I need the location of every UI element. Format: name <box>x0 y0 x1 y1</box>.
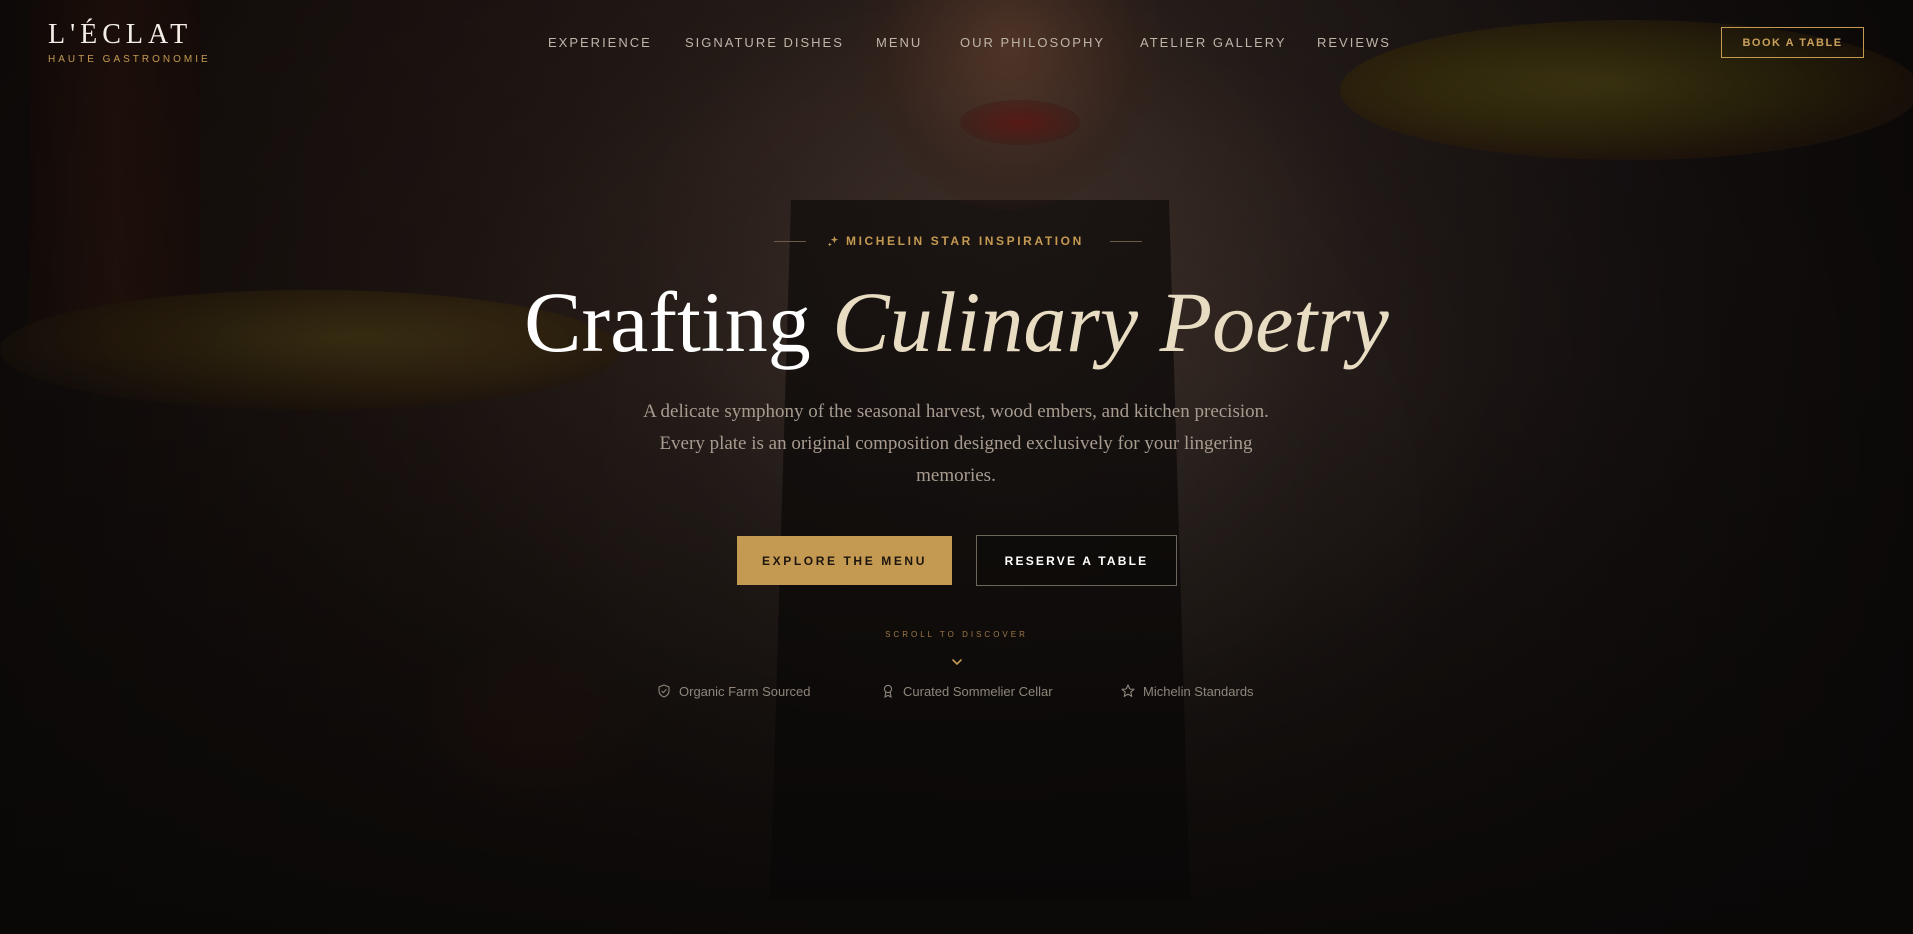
hero-subtitle: A delicate symphony of the seasonal harv… <box>643 401 1269 486</box>
explore-menu-button[interactable]: EXPLORE THE MENU <box>737 536 952 585</box>
nav-item-atelier-gallery[interactable]: ATELIER GALLERY <box>1140 35 1287 50</box>
sparkle-icon <box>827 235 839 247</box>
nav-item-our-philosophy[interactable]: OUR PHILOSOPHY <box>960 35 1105 50</box>
star-icon <box>1121 684 1135 697</box>
site-header: L'ÉCLAT HAUTE GASTRONOMIE EXPERIENCE SIG… <box>0 0 1913 90</box>
feature-list: Organic Farm Sourced Curated Sommelier C… <box>0 682 1913 702</box>
headline-accent: Culinary Poetry <box>832 274 1389 370</box>
logo[interactable]: L'ÉCLAT HAUTE GASTRONOMIE <box>48 18 211 65</box>
logo-tagline: HAUTE GASTRONOMIE <box>48 54 211 65</box>
hero-headline: Crafting Culinary Poetry <box>0 272 1913 372</box>
scroll-hint: SCROLL TO DISCOVER <box>885 630 1028 639</box>
feature-item-organic: Organic Farm Sourced <box>657 682 811 700</box>
eyebrow-divider-left <box>774 241 806 242</box>
feature-label: Michelin Standards <box>1143 683 1254 699</box>
eyebrow-divider-right <box>1110 241 1142 242</box>
feature-label: Organic Farm Sourced <box>679 683 811 699</box>
feature-item-michelin: Michelin Standards <box>1121 682 1254 700</box>
feature-label: Curated Sommelier Cellar <box>903 683 1053 699</box>
nav-item-signature-dishes[interactable]: SIGNATURE DISHES <box>685 35 844 50</box>
shield-check-icon <box>658 684 670 698</box>
nav-item-reviews[interactable]: REVIEWS <box>1317 35 1391 50</box>
eyebrow-text: MICHELIN STAR INSPIRATION <box>846 234 1084 248</box>
nav-item-experience[interactable]: EXPERIENCE <box>548 35 652 50</box>
feature-item-sommelier: Curated Sommelier Cellar <box>881 682 1053 700</box>
headline-main: Crafting <box>524 274 811 370</box>
award-icon <box>883 684 893 698</box>
nav-item-menu[interactable]: MENU <box>876 35 922 50</box>
hero-eyebrow: MICHELIN STAR INSPIRATION <box>774 233 1142 249</box>
reserve-table-button[interactable]: RESERVE A TABLE <box>976 535 1177 586</box>
book-table-button[interactable]: BOOK A TABLE <box>1721 27 1864 58</box>
chevron-down-icon[interactable] <box>950 655 964 669</box>
logo-name: L'ÉCLAT <box>48 19 193 50</box>
